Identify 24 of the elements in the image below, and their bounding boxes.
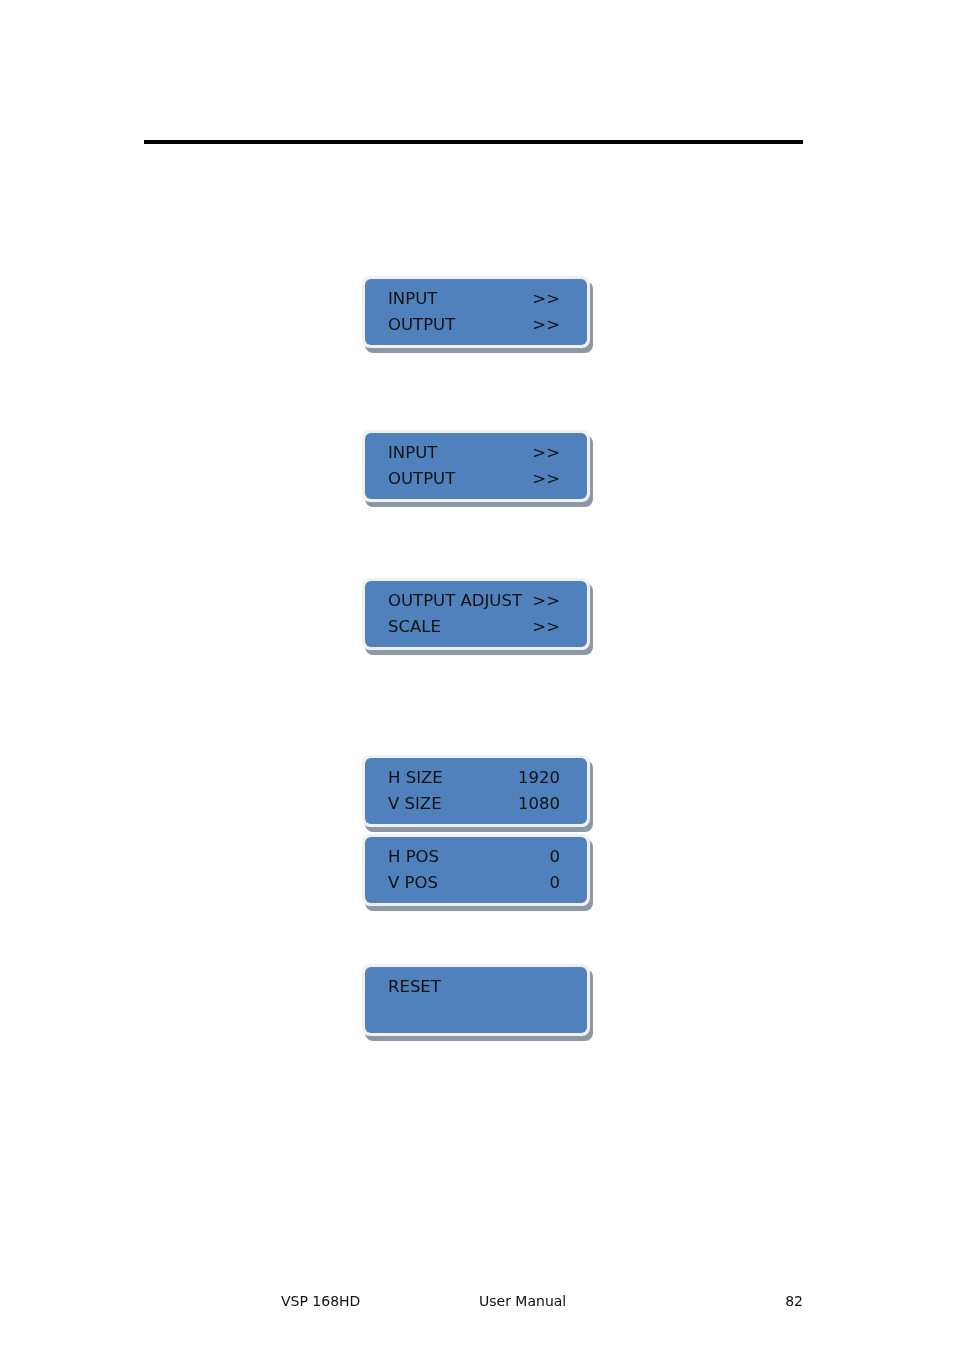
row-value: 0 [549,847,560,867]
menu-label: INPUT [388,289,438,309]
row-value: 1920 [518,768,560,788]
menu-label: H SIZE [388,768,443,788]
menu-label: RESET [388,977,441,997]
menu-label: V POS [388,873,438,893]
row-value: >> [532,617,560,637]
menu-label: SCALE [388,617,441,637]
row-value: 0 [549,873,560,893]
row-value: >> [532,591,560,611]
menu-label: OUTPUT ADJUST [388,591,522,611]
page-number: 82 [785,1293,803,1310]
row-value: >> [532,315,560,335]
menu-label: H POS [388,847,440,867]
menu-label: OUTPUT [388,469,456,489]
menu-label: OUTPUT [388,315,456,335]
row-value: >> [532,443,560,463]
row-value: >> [532,289,560,309]
row-value: >> [532,469,560,489]
product-name: VSP 168HD [281,1293,362,1310]
row-value: 1080 [518,794,560,814]
document-title: User Manual [479,1293,567,1310]
menu-label: INPUT [388,443,438,463]
menu-label: V SIZE [388,794,442,814]
